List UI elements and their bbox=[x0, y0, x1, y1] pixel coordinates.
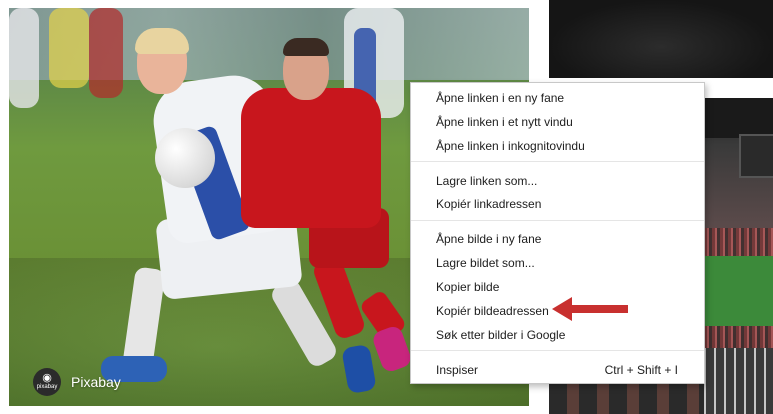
stadium-railing bbox=[704, 348, 773, 414]
menu-item-label: Kopiér bildeadressen bbox=[436, 304, 549, 318]
menu-item-label: Åpne bilde i ny fane bbox=[436, 232, 542, 246]
menu-item-search-google-images[interactable]: Søk etter bilder i Google bbox=[411, 324, 704, 346]
background-player bbox=[89, 8, 123, 98]
logo-caption: pixabay bbox=[36, 384, 58, 390]
watermark-name: Pixabay bbox=[71, 374, 121, 390]
menu-separator bbox=[411, 161, 704, 162]
menu-item-label: Lagre linken som... bbox=[436, 174, 538, 188]
stadium-screen bbox=[739, 134, 773, 178]
background-player bbox=[9, 8, 39, 108]
menu-item-open-link-incognito[interactable]: Åpne linken i inkognitovindu bbox=[411, 135, 704, 157]
menu-item-label: Åpne linken i en ny fane bbox=[436, 91, 565, 105]
pixabay-watermark[interactable]: ◉ pixabay Pixabay bbox=[33, 368, 121, 396]
menu-item-label: Kopiér linkadressen bbox=[436, 197, 542, 211]
menu-item-save-image-as[interactable]: Lagre bildet som... bbox=[411, 252, 704, 274]
menu-item-save-link-as[interactable]: Lagre linken som... bbox=[411, 170, 704, 192]
menu-item-open-link-new-tab[interactable]: Åpne linken i en ny fane bbox=[411, 87, 704, 109]
soccer-ball bbox=[155, 128, 215, 188]
menu-separator bbox=[411, 220, 704, 221]
menu-item-label: Inspiser bbox=[436, 363, 479, 377]
background-player bbox=[49, 8, 89, 88]
context-menu: Åpne linken i en ny fane Åpne linken i e… bbox=[410, 82, 705, 384]
stadium-pitch bbox=[704, 256, 773, 326]
menu-separator bbox=[411, 350, 704, 351]
dark-photo-thumbnail[interactable] bbox=[549, 0, 773, 78]
annotation-arrow-icon bbox=[552, 297, 628, 321]
menu-item-label: Lagre bildet som... bbox=[436, 256, 535, 270]
menu-item-shortcut: Ctrl + Shift + I bbox=[604, 363, 678, 377]
red-player-hair bbox=[283, 38, 329, 56]
menu-item-inspect[interactable]: Inspiser Ctrl + Shift + I bbox=[411, 359, 704, 381]
camera-icon: ◉ pixabay bbox=[33, 368, 61, 396]
menu-item-open-link-new-window[interactable]: Åpne linken i et nytt vindu bbox=[411, 111, 704, 133]
menu-item-label: Søk etter bilder i Google bbox=[436, 328, 566, 342]
menu-item-label: Åpne linken i inkognitovindu bbox=[436, 139, 585, 153]
red-player-shirt bbox=[241, 88, 381, 228]
white-player-hair bbox=[135, 28, 189, 54]
menu-item-label: Kopier bilde bbox=[436, 280, 500, 294]
menu-item-copy-link-address[interactable]: Kopiér linkadressen bbox=[411, 193, 704, 215]
menu-item-open-image-new-tab[interactable]: Åpne bilde i ny fane bbox=[411, 228, 704, 250]
menu-item-label: Åpne linken i et nytt vindu bbox=[436, 115, 573, 129]
